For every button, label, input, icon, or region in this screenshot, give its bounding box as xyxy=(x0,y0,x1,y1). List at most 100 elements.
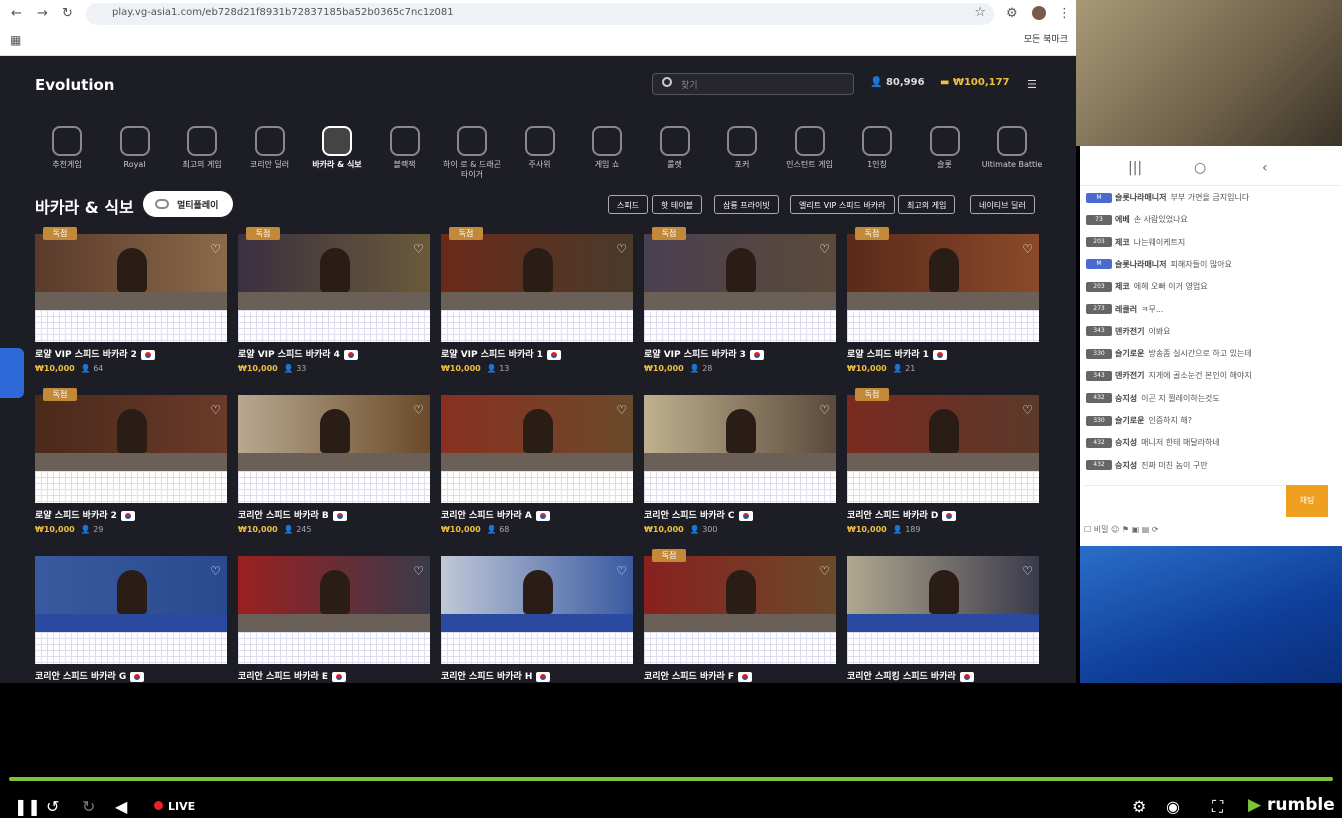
apps-grid-icon[interactable]: ▦ xyxy=(10,33,21,47)
category-3[interactable]: 코리안 딜러 xyxy=(239,126,301,170)
search-input[interactable]: 찾기 xyxy=(652,73,854,95)
chat-input[interactable] xyxy=(1084,485,1284,517)
game-tile[interactable]: ♡ 코리안 스피드 바카라 A ₩10,000 👤 68 xyxy=(441,395,633,534)
category-4[interactable]: 바카라 & 식보 xyxy=(306,126,368,170)
favorite-heart-icon[interactable]: ♡ xyxy=(210,403,221,417)
menu-icon[interactable]: ☰ xyxy=(1027,78,1037,91)
game-tile[interactable]: 독점 ♡ 로얄 VIP 스피드 바카라 4 ₩10,000 👤 33 xyxy=(238,227,430,373)
home-icon[interactable]: ○ xyxy=(1194,160,1206,176)
fullscreen-icon[interactable]: ⛶ xyxy=(1212,797,1223,817)
casino-site: Evolution 찾기 👤 80,996 ▬ ₩100,177 ☰ 추천게임 R… xyxy=(0,56,1076,683)
back-icon[interactable]: ← xyxy=(11,6,22,21)
chat-text: 인증하지 해? xyxy=(1148,416,1193,425)
level-badge: 203 xyxy=(1086,237,1112,248)
favorite-heart-icon[interactable]: ♡ xyxy=(413,242,424,256)
category-7[interactable]: 주사위 xyxy=(509,126,571,170)
game-tile[interactable]: 독점 ♡ 로얄 VIP 스피드 바카라 2 ₩10,000 👤 64 xyxy=(35,227,227,373)
category-9[interactable]: 룰렛 xyxy=(644,126,706,170)
filter-1[interactable]: 핫 테이블 xyxy=(652,195,702,214)
category-1[interactable]: Royal xyxy=(104,126,166,170)
favorite-heart-icon[interactable]: ♡ xyxy=(1022,403,1033,417)
category-11[interactable]: 인스턴트 게임 xyxy=(779,126,841,170)
favorite-heart-icon[interactable]: ♡ xyxy=(413,403,424,417)
korea-flag-icon xyxy=(738,510,753,521)
filter-0[interactable]: 스피드 xyxy=(608,195,649,214)
game-tile[interactable]: 독점 ♡ 로얄 VIP 스피드 바카라 1 ₩10,000 👤 13 xyxy=(441,227,633,373)
game-tile[interactable]: ♡ 코리안 스피드 바카라 C ₩10,000 👤 300 xyxy=(644,395,836,534)
category-2[interactable]: 최고의 게임 xyxy=(171,126,233,170)
game-tile[interactable]: 독점 ♡ 로얄 스피드 바카라 1 ₩10,000 👤 21 xyxy=(847,227,1039,373)
korea-flag-icon xyxy=(536,671,551,682)
settings-icon[interactable]: ⚙ xyxy=(1132,797,1146,816)
favorite-heart-icon[interactable]: ♡ xyxy=(1022,564,1033,578)
category-0[interactable]: 추천게임 xyxy=(36,126,98,170)
favorite-heart-icon[interactable]: ♡ xyxy=(616,403,627,417)
evolution-logo[interactable]: Evolution xyxy=(35,76,114,94)
chat-nick: 제코 xyxy=(1115,237,1130,247)
multiplay-toggle[interactable]: 멀티플레이 xyxy=(143,191,233,217)
game-tile[interactable]: ♡ 코리안 스피드 바카라 G xyxy=(35,556,227,682)
favorite-heart-icon[interactable]: ♡ xyxy=(616,564,627,578)
chat-nick: 슬기로운 xyxy=(1115,349,1145,359)
all-bookmarks[interactable]: 모든 북마크 xyxy=(1024,32,1068,45)
favorite-heart-icon[interactable]: ♡ xyxy=(819,564,830,578)
rewind-icon[interactable]: ↺ xyxy=(46,797,59,816)
volume-icon[interactable]: ◀ xyxy=(115,797,127,816)
game-tile[interactable]: ♡ 코리안 스피드 바카라 B ₩10,000 👤 245 xyxy=(238,395,430,534)
dealer-image xyxy=(523,409,553,453)
favorite-heart-icon[interactable]: ♡ xyxy=(413,564,424,578)
filter-5[interactable]: 네이티브 딜러 xyxy=(970,195,1035,214)
game-tile[interactable]: 독점 ♡ 로얄 스피드 바카라 2 ₩10,000 👤 29 xyxy=(35,388,227,534)
favorite-heart-icon[interactable]: ♡ xyxy=(1022,242,1033,256)
favorite-heart-icon[interactable]: ♡ xyxy=(819,242,830,256)
game-tile[interactable]: ♡ 코리안 스피드 바카라 H xyxy=(441,556,633,682)
game-tile[interactable]: 독점 ♡ 로얄 VIP 스피드 바카라 3 ₩10,000 👤 28 xyxy=(644,227,836,373)
avatar[interactable] xyxy=(1032,6,1046,20)
star-icon[interactable]: ☆ xyxy=(974,5,986,20)
address-bar[interactable]: play.vg-asia1.com/eb728d21f8931b72837185… xyxy=(86,3,994,25)
category-12[interactable]: 1인칭 xyxy=(846,126,908,170)
side-promo-tab[interactable] xyxy=(0,348,24,398)
rumble-logo[interactable]: ▶ rumble xyxy=(1248,795,1335,815)
game-thumbnail xyxy=(238,234,430,310)
favorite-heart-icon[interactable]: ♡ xyxy=(210,242,221,256)
category-8[interactable]: 게임 쇼 xyxy=(576,126,638,170)
game-tile[interactable]: 독점 ♡ 코리안 스피드 바카라 F xyxy=(644,549,836,682)
recent-apps-icon[interactable]: ||| xyxy=(1128,160,1142,176)
pause-icon[interactable]: ❚❚ xyxy=(14,797,41,816)
kebab-menu-icon[interactable]: ⋮ xyxy=(1058,6,1071,21)
category-10[interactable]: 포커 xyxy=(711,126,773,170)
favorite-heart-icon[interactable]: ♡ xyxy=(210,564,221,578)
forward-icon[interactable]: → xyxy=(37,6,48,21)
category-icon xyxy=(52,126,82,156)
forward-skip-icon[interactable]: ↻ xyxy=(82,797,95,816)
game-tile[interactable]: ♡ 코리안 스피드 바카라 E xyxy=(238,556,430,682)
game-name: 코리안 스피드 바카라 F xyxy=(644,669,836,682)
table-image xyxy=(35,614,227,632)
filter-4[interactable]: 최고의 게임 xyxy=(898,195,956,214)
exclusive-badge: 독점 xyxy=(855,388,889,401)
category-14[interactable]: Ultimate Battle xyxy=(981,126,1043,170)
category-6[interactable]: 하이 로 & 드래곤 타이거 xyxy=(441,126,503,180)
level-badge: 343 xyxy=(1086,370,1112,381)
category-13[interactable]: 슬롯 xyxy=(914,126,976,170)
game-meta: ₩10,000 👤 29 xyxy=(35,525,104,534)
chat-nick: 승지성 xyxy=(1115,460,1138,470)
favorite-heart-icon[interactable]: ♡ xyxy=(616,242,627,256)
favorite-heart-icon[interactable]: ♡ xyxy=(819,403,830,417)
game-thumbnail xyxy=(644,556,836,632)
game-meta: ₩10,000 👤 64 xyxy=(35,364,104,373)
extensions-icon[interactable]: ⚙ xyxy=(1006,6,1018,21)
send-chat-button[interactable]: 채팅 xyxy=(1286,485,1328,517)
back-nav-icon[interactable]: ‹ xyxy=(1262,160,1268,176)
game-tile[interactable]: 독점 ♡ 코리안 스피드 바카라 D ₩10,000 👤 189 xyxy=(847,388,1039,534)
game-tile[interactable]: ♡ 코리안 스피킹 스피드 바카라 xyxy=(847,556,1039,682)
progress-bar[interactable] xyxy=(9,777,1333,781)
autoplay-toggle-icon[interactable]: ◉ xyxy=(1166,797,1180,816)
reload-icon[interactable]: ↻ xyxy=(62,6,73,21)
chat-message: 273 레클러 ㅋ무... xyxy=(1086,304,1163,315)
game-name: 코리안 스피드 바카라 G xyxy=(35,669,227,682)
category-5[interactable]: 블랙잭 xyxy=(374,126,436,170)
filter-3[interactable]: 엘리트 VIP 스피드 바카라 xyxy=(790,195,895,214)
filter-2[interactable]: 삼룡 프라이빗 xyxy=(714,195,779,214)
